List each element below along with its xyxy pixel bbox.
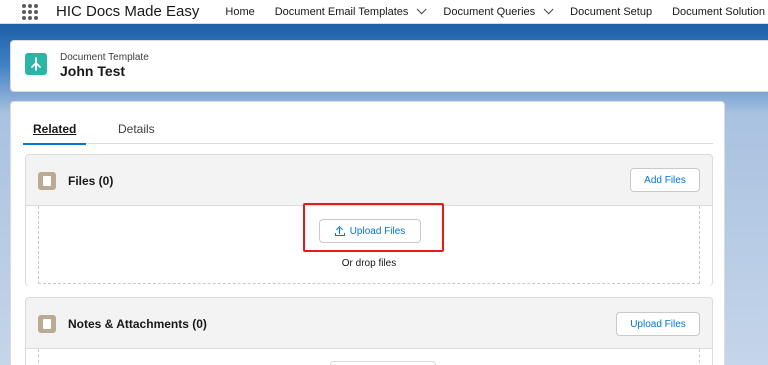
notes-title[interactable]: Notes & Attachments (0) xyxy=(68,317,207,331)
tab-details[interactable]: Details xyxy=(118,122,155,144)
document-template-icon xyxy=(25,53,47,75)
nav-item-document-setup[interactable]: Document Setup xyxy=(570,6,652,18)
nav-item-label: Document Solution Que xyxy=(672,5,768,18)
tab-related[interactable]: Related xyxy=(22,122,87,145)
highlight-box xyxy=(303,203,444,252)
notes-body xyxy=(26,348,712,365)
files-header: Files (0) Add Files xyxy=(26,155,712,205)
nav-item-document-email-templates[interactable]: Document Email Templates xyxy=(274,4,427,18)
global-navigation-bar: HIC Docs Made Easy Home Document Email T… xyxy=(0,0,768,24)
notes-upload-button-partial[interactable] xyxy=(330,361,436,365)
notes-attachments-related-list: Notes & Attachments (0) Upload Files xyxy=(25,297,713,365)
nav-item-home[interactable]: Home xyxy=(225,6,254,18)
waffle-icon[interactable] xyxy=(22,3,38,20)
record-object-label: Document Template xyxy=(60,52,149,63)
files-title[interactable]: Files (0) xyxy=(68,174,113,188)
drop-files-text: Or drop files xyxy=(341,258,397,269)
record-title: John Test xyxy=(60,63,126,79)
record-header: Document Template John Test xyxy=(10,40,768,92)
add-files-button[interactable]: Add Files xyxy=(630,168,700,192)
notes-drop-zone[interactable] xyxy=(38,349,700,365)
chevron-down-icon[interactable] xyxy=(417,4,427,15)
nav-item-label: Document Email Templates xyxy=(274,5,409,18)
nav-item-label: Document Setup xyxy=(570,5,653,18)
note-icon xyxy=(38,315,56,333)
nav-item-label: Document Queries xyxy=(443,5,536,18)
nav-item-document-solution-queries[interactable]: Document Solution Que xyxy=(672,6,768,18)
nav-item-document-queries[interactable]: Document Queries xyxy=(443,4,554,18)
app-name: HIC Docs Made Easy xyxy=(56,3,200,20)
tab-bar: Related Details xyxy=(22,122,713,145)
notes-header: Notes & Attachments (0) Upload Files xyxy=(26,298,712,348)
chevron-down-icon[interactable] xyxy=(543,4,554,15)
nav-item-home-label: Home xyxy=(225,5,255,18)
file-icon xyxy=(38,172,56,190)
notes-upload-files-button[interactable]: Upload Files xyxy=(616,312,700,336)
